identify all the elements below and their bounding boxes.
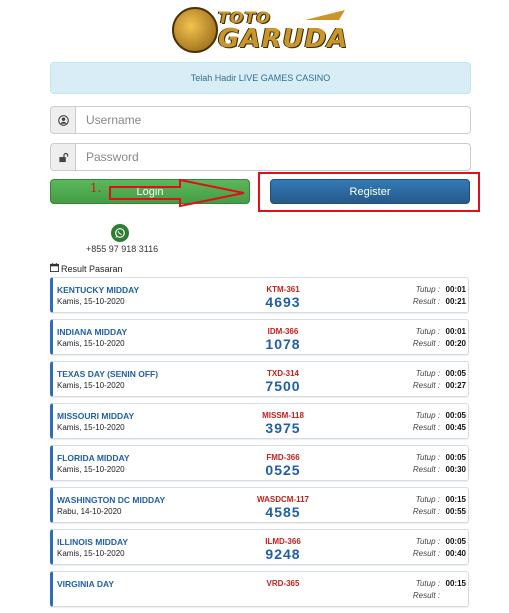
result-time: 00:30 bbox=[445, 465, 466, 474]
result-number: 3975 bbox=[265, 420, 301, 436]
result-date: Kamis, 15-10-2020 bbox=[57, 339, 125, 348]
tutup-time: 00:15 bbox=[445, 495, 466, 504]
whatsapp-icon[interactable] bbox=[111, 224, 129, 242]
result-number: 7500 bbox=[265, 378, 301, 394]
tutup-label: Tutup : bbox=[415, 369, 440, 378]
draw-code: MISSM-118 bbox=[262, 411, 304, 420]
market-name[interactable]: WASHINGTON DC MIDDAY bbox=[57, 495, 165, 505]
result-number: 9248 bbox=[265, 546, 301, 562]
result-label: Result : bbox=[412, 297, 440, 306]
result-time: 00:20 bbox=[445, 339, 466, 348]
result-pasaran-title: Result Pasaran bbox=[61, 263, 123, 274]
annotation-highlight-box bbox=[258, 172, 480, 212]
result-time: 00:45 bbox=[445, 423, 466, 432]
result-label: Result : bbox=[412, 507, 440, 516]
user-icon bbox=[51, 107, 76, 133]
tutup-label: Tutup : bbox=[415, 495, 440, 504]
market-name[interactable]: FLORIDA MIDDAY bbox=[57, 453, 130, 463]
market-name[interactable]: ILLINOIS MIDDAY bbox=[57, 537, 128, 547]
result-row[interactable]: WASHINGTON DC MIDDAY Rabu, 14-10-2020 WA… bbox=[50, 487, 469, 523]
result-date: Kamis, 15-10-2020 bbox=[57, 381, 125, 390]
tutup-time: 00:05 bbox=[445, 411, 466, 420]
tutup-time: 00:05 bbox=[445, 453, 466, 462]
logo-text-garuda: GARUDA bbox=[218, 24, 349, 54]
tutup-time: 00:15 bbox=[445, 579, 466, 588]
market-name[interactable]: KENTUCKY MIDDAY bbox=[57, 285, 139, 295]
result-date: Rabu, 14-10-2020 bbox=[57, 507, 122, 516]
draw-code: WASDCM-117 bbox=[256, 495, 309, 504]
username-field bbox=[50, 106, 471, 134]
market-name[interactable]: INDIANA MIDDAY bbox=[57, 327, 127, 337]
annotation-arrow-icon bbox=[109, 178, 245, 208]
tutup-time: 00:05 bbox=[445, 537, 466, 546]
result-number: 4693 bbox=[265, 294, 301, 310]
result-number: 1078 bbox=[265, 336, 301, 352]
annotation-step-number: 1. bbox=[90, 181, 102, 195]
tutup-time: 00:05 bbox=[445, 369, 466, 378]
market-name[interactable]: VIRGINIA DAY bbox=[57, 579, 114, 589]
result-label: Result : bbox=[412, 381, 440, 390]
password-field bbox=[50, 143, 471, 171]
result-date: Kamis, 15-10-2020 bbox=[57, 297, 125, 306]
phone-number[interactable]: +855 97 918 3116 bbox=[86, 244, 158, 254]
wing-icon bbox=[305, 10, 345, 20]
username-input[interactable] bbox=[76, 107, 470, 133]
result-time: 00:21 bbox=[445, 297, 466, 306]
result-label: Result : bbox=[412, 591, 440, 600]
draw-code: KTM-361 bbox=[266, 285, 300, 294]
result-label: Result : bbox=[412, 549, 440, 558]
result-row[interactable]: FLORIDA MIDDAY Kamis, 15-10-2020 FMD-366… bbox=[50, 445, 469, 481]
result-row[interactable]: ILLINOIS MIDDAY Kamis, 15-10-2020 ILMD-3… bbox=[50, 529, 469, 565]
result-number: 4585 bbox=[265, 504, 301, 520]
result-time: 00:55 bbox=[445, 507, 466, 516]
result-label: Result : bbox=[412, 339, 440, 348]
market-name[interactable]: MISSOURI MIDDAY bbox=[57, 411, 134, 421]
tutup-label: Tutup : bbox=[415, 411, 440, 420]
password-input[interactable] bbox=[76, 144, 470, 170]
result-label: Result : bbox=[412, 423, 440, 432]
lock-icon bbox=[51, 144, 76, 170]
result-pasaran-header: Result Pasaran bbox=[50, 263, 123, 274]
result-row[interactable]: TEXAS DAY (SENIN OFF) Kamis, 15-10-2020 … bbox=[50, 361, 469, 397]
tutup-label: Tutup : bbox=[415, 579, 440, 588]
result-list: KENTUCKY MIDDAY Kamis, 15-10-2020 KTM-36… bbox=[50, 277, 469, 613]
result-row[interactable]: MISSOURI MIDDAY Kamis, 15-10-2020 MISSM-… bbox=[50, 403, 469, 439]
result-date: Kamis, 15-10-2020 bbox=[57, 465, 125, 474]
tutup-time: 00:01 bbox=[445, 327, 466, 336]
result-row[interactable]: INDIANA MIDDAY Kamis, 15-10-2020 IDM-366… bbox=[50, 319, 469, 355]
result-label: Result : bbox=[412, 465, 440, 474]
notice-banner: Telah Hadir LIVE GAMES CASINO bbox=[50, 62, 471, 94]
market-name[interactable]: TEXAS DAY (SENIN OFF) bbox=[57, 369, 158, 379]
result-row[interactable]: VIRGINIA DAY VRD-365 Tutup : 00:15 Resul… bbox=[50, 571, 469, 607]
notice-text: Telah Hadir LIVE GAMES CASINO bbox=[190, 73, 331, 83]
site-logo[interactable]: TOTO GARUDA bbox=[170, 4, 349, 54]
result-number: 0525 bbox=[265, 462, 301, 478]
result-date: Kamis, 15-10-2020 bbox=[57, 423, 125, 432]
tutup-label: Tutup : bbox=[415, 285, 440, 294]
draw-code: TXD-314 bbox=[266, 369, 299, 378]
draw-code: FMD-366 bbox=[266, 453, 300, 462]
result-time: 00:40 bbox=[445, 549, 466, 558]
tutup-time: 00:01 bbox=[445, 285, 466, 294]
result-time: 00:27 bbox=[445, 381, 466, 390]
draw-code: VRD-365 bbox=[266, 579, 300, 588]
draw-code: IDM-366 bbox=[267, 327, 299, 336]
tutup-label: Tutup : bbox=[415, 453, 440, 462]
tutup-label: Tutup : bbox=[415, 327, 440, 336]
garuda-emblem-icon bbox=[172, 7, 218, 53]
result-row[interactable]: KENTUCKY MIDDAY Kamis, 15-10-2020 KTM-36… bbox=[50, 277, 469, 313]
result-date: Kamis, 15-10-2020 bbox=[57, 549, 125, 558]
draw-code: ILMD-366 bbox=[265, 537, 301, 546]
calendar-icon bbox=[50, 263, 59, 274]
tutup-label: Tutup : bbox=[415, 537, 440, 546]
